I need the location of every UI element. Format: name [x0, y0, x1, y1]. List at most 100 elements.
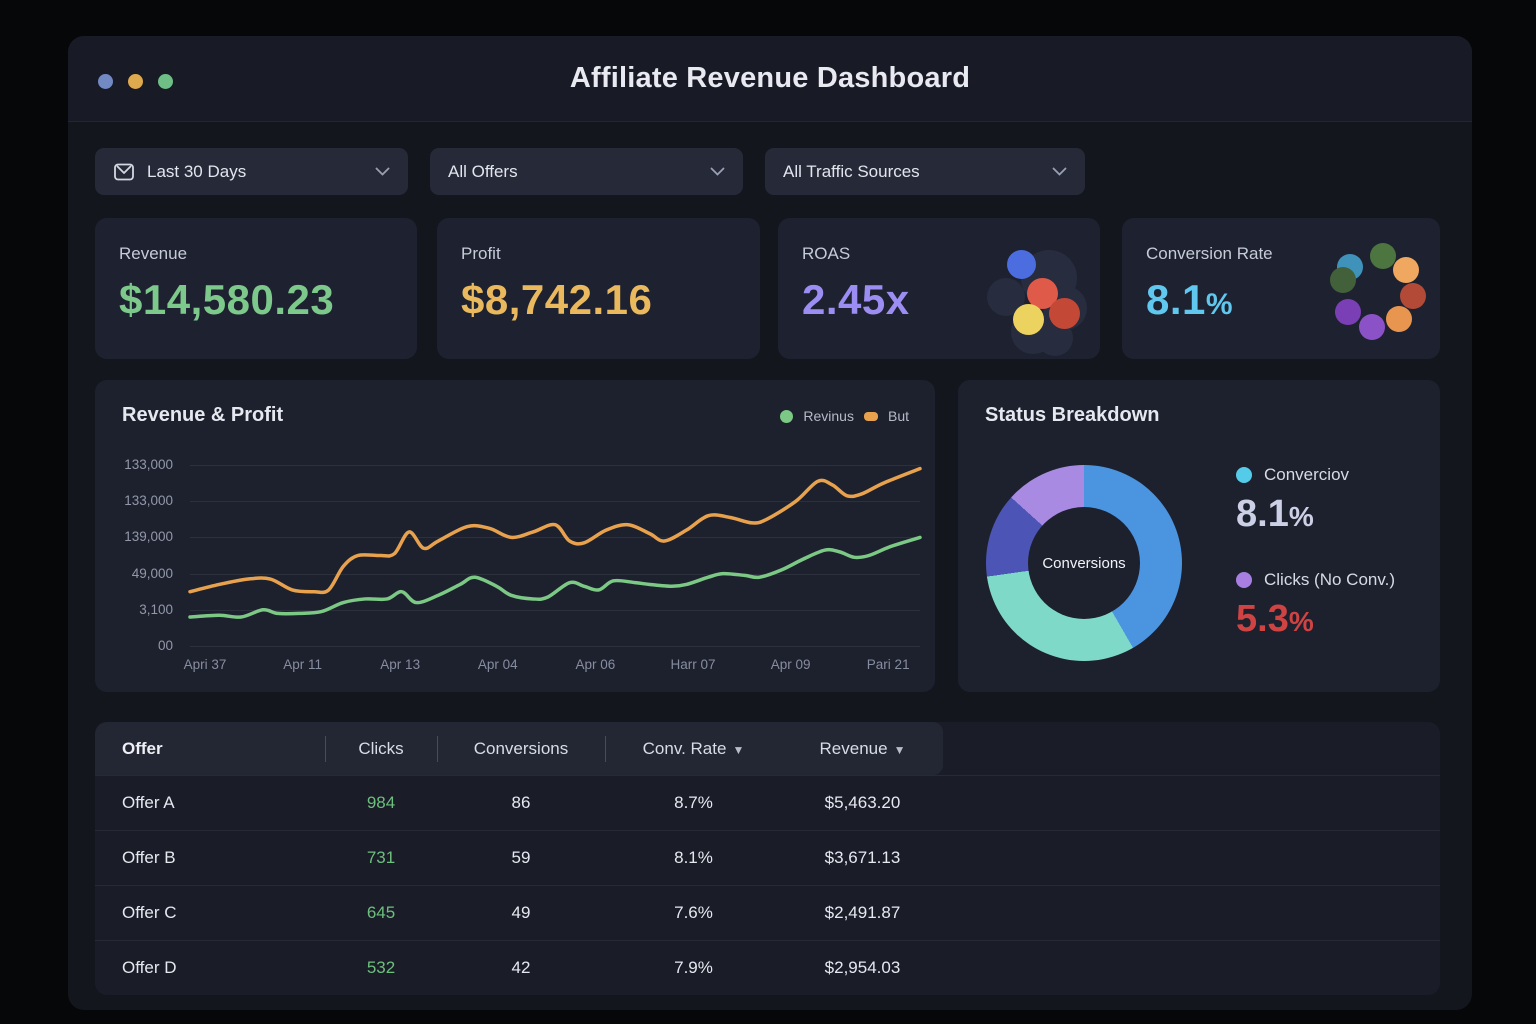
kpi-value: $8,742.16	[461, 276, 736, 324]
title-bar: Affiliate Revenue Dashboard	[68, 36, 1472, 122]
ring-dot	[1370, 243, 1396, 269]
table-row-offer-d[interactable]: Offer D532427.9%$2,954.03	[95, 940, 1440, 995]
line-chart[interactable]	[190, 465, 920, 646]
cell-clicks: 731	[325, 848, 437, 868]
series-Revinus	[190, 537, 920, 617]
page-title: Affiliate Revenue Dashboard	[68, 62, 1472, 95]
cell-conversions: 59	[437, 848, 605, 868]
ring-dot	[1335, 299, 1361, 325]
cell-revenue: $3,671.13	[782, 848, 943, 868]
sort-desc-icon: ▼	[732, 743, 744, 757]
cell-clicks: 645	[325, 903, 437, 923]
column-header-clicks: Clicks	[325, 739, 437, 759]
kpi-label: Revenue	[119, 244, 393, 264]
y-axis-tick: 133,000	[95, 457, 173, 472]
conversion-ring-decoration	[1322, 236, 1432, 346]
ring-dot	[1386, 306, 1412, 332]
cell-clicks: 532	[325, 958, 437, 978]
offers-table: OfferClicksConversionsConv. Rate▼Revenue…	[95, 722, 1440, 995]
chevron-down-icon	[1052, 167, 1067, 176]
legend-dot-revenue	[780, 410, 793, 423]
status-legend-item: Converciov 8.1%	[1236, 465, 1395, 536]
cell-conversions: 42	[437, 958, 605, 978]
cell-conv-rate: 8.1%	[605, 848, 782, 868]
cell-conv-rate: 7.9%	[605, 958, 782, 978]
table-row-offer-a[interactable]: Offer A984868.7%$5,463.20	[95, 775, 1440, 830]
legend-value: 5.3%	[1236, 598, 1395, 641]
donut-chart[interactable]: Conversions	[986, 465, 1182, 661]
decoration-dot	[1013, 304, 1044, 335]
decoration-dot	[1007, 250, 1036, 279]
kpi-card-roas: ROAS 2.45x	[778, 218, 1100, 359]
series-But	[190, 469, 920, 593]
legend-label: Clicks (No Conv.)	[1264, 570, 1395, 590]
column-header-offer: Offer	[95, 739, 325, 759]
roas-decoration-cluster	[985, 236, 1095, 346]
kpi-card-conversion-rate: Conversion Rate 8.1%	[1122, 218, 1440, 359]
traffic-sources-value: All Traffic Sources	[783, 162, 1052, 182]
legend-label: But	[888, 408, 909, 424]
offers-select[interactable]: All Offers	[430, 148, 743, 195]
cell-revenue: $5,463.20	[782, 793, 943, 813]
status-legend-item: Clicks (No Conv.) 5.3%	[1236, 570, 1395, 641]
kpi-value: $14,580.23	[119, 276, 393, 324]
y-axis-tick: 3,100	[95, 602, 173, 617]
column-header-conv-rate[interactable]: Conv. Rate▼	[605, 739, 782, 759]
revenue-profit-panel: Revenue & Profit Revinus But 133,000 133,…	[95, 380, 935, 692]
legend-dot	[1236, 467, 1252, 483]
kpi-label: Profit	[461, 244, 736, 264]
donut-hole: Conversions	[1028, 507, 1140, 619]
x-axis-tick: Apr 04	[478, 657, 518, 672]
cell-conv-rate: 7.6%	[605, 903, 782, 923]
kpi-card-profit: Profit $8,742.16	[437, 218, 760, 359]
x-axis-tick: Apr 13	[380, 657, 420, 672]
y-axis-tick: 00	[95, 638, 173, 653]
cell-clicks: 984	[325, 793, 437, 813]
legend-label: Revinus	[803, 408, 854, 424]
legend-pill-profit	[864, 412, 878, 421]
cell-offer: Offer C	[95, 903, 325, 923]
donut-center-label: Conversions	[1042, 555, 1125, 572]
decoration-dot	[1049, 298, 1080, 329]
ring-dot	[1330, 267, 1356, 293]
ring-dot	[1393, 257, 1419, 283]
x-axis-tick: Pari 21	[867, 657, 910, 672]
legend-dot	[1236, 572, 1252, 588]
table-row-offer-c[interactable]: Offer C645497.6%$2,491.87	[95, 885, 1440, 940]
legend-value: 8.1%	[1236, 493, 1395, 536]
cell-revenue: $2,491.87	[782, 903, 943, 923]
envelope-icon	[113, 162, 135, 182]
date-range-value: Last 30 Days	[147, 162, 375, 182]
y-axis-tick: 133,000	[95, 493, 173, 508]
chevron-down-icon	[710, 167, 725, 176]
table-row-offer-b[interactable]: Offer B731598.1%$3,671.13	[95, 830, 1440, 885]
status-breakdown-panel: Status Breakdown Conversions Converciov 8…	[958, 380, 1440, 692]
column-header-conversions: Conversions	[437, 739, 605, 759]
date-range-select[interactable]: Last 30 Days	[95, 148, 408, 195]
cell-conversions: 49	[437, 903, 605, 923]
panel-title: Status Breakdown	[985, 404, 1159, 427]
x-axis-tick: Apr 06	[576, 657, 616, 672]
sort-desc-icon: ▼	[894, 743, 906, 757]
cell-offer: Offer D	[95, 958, 325, 978]
offers-value: All Offers	[448, 162, 710, 182]
column-header-revenue[interactable]: Revenue▼	[782, 739, 943, 759]
ring-dot	[1359, 314, 1385, 340]
cell-conv-rate: 8.7%	[605, 793, 782, 813]
x-axis-tick: Harr 07	[670, 657, 715, 672]
cell-offer: Offer B	[95, 848, 325, 868]
kpi-card-revenue: Revenue $14,580.23	[95, 218, 417, 359]
cell-conversions: 86	[437, 793, 605, 813]
table-header-row: OfferClicksConversionsConv. Rate▼Revenue…	[95, 722, 1440, 775]
y-axis-tick: 139,000	[95, 529, 173, 544]
status-legend: Converciov 8.1% Clicks (No Conv.) 5.3%	[1236, 465, 1395, 675]
x-axis-tick: Apr 11	[283, 657, 322, 672]
x-axis-tick: Apr 09	[771, 657, 811, 672]
chart-title: Revenue & Profit	[122, 404, 283, 427]
legend-label: Converciov	[1264, 465, 1349, 485]
cell-revenue: $2,954.03	[782, 958, 943, 978]
y-axis-tick: 49,000	[95, 566, 173, 581]
traffic-sources-select[interactable]: All Traffic Sources	[765, 148, 1085, 195]
chart-legend: Revinus But	[780, 408, 909, 424]
x-axis-tick: Apri 37	[184, 657, 227, 672]
